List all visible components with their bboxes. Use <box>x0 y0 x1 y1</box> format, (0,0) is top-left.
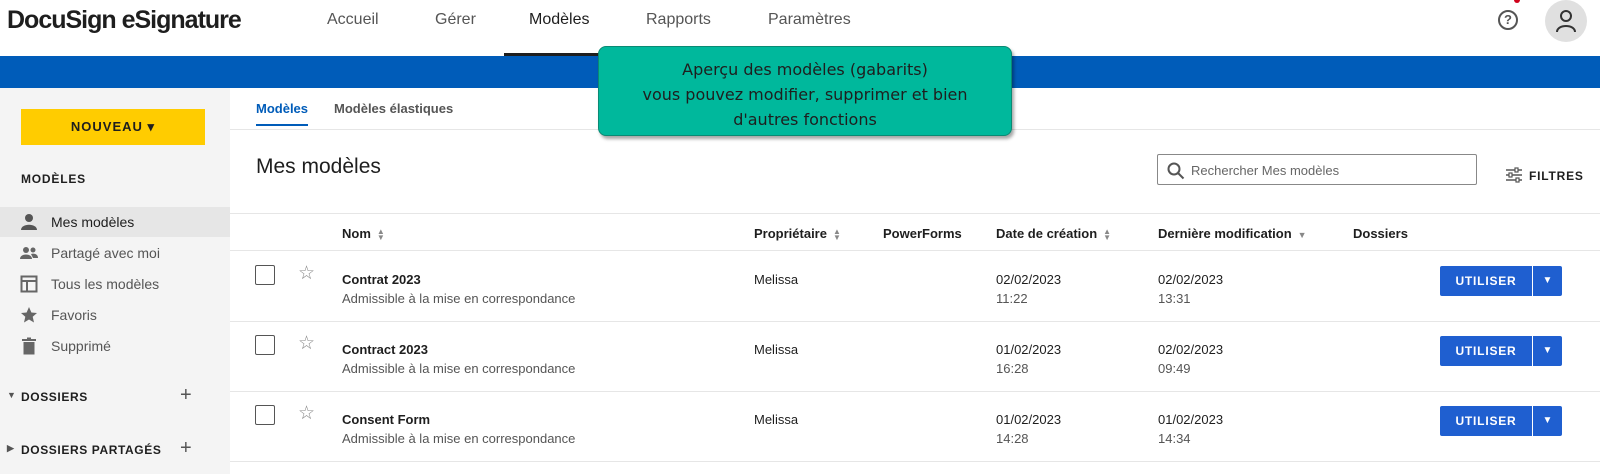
owner: Melissa <box>754 272 799 287</box>
sort-icon: ▲ ▼ <box>376 226 385 242</box>
page-title: Mes modèles <box>256 155 381 178</box>
created-time: 11:22 <box>996 291 1028 306</box>
notification-dot <box>1514 0 1520 3</box>
use-dropdown-chevron-icon[interactable]: ▼ <box>1533 266 1562 296</box>
created-time: 14:28 <box>996 431 1029 446</box>
sidebar-section-dossiers-partages[interactable]: ▶ DOSSIERS PARTAGÉS + <box>0 437 230 463</box>
col-proprietaire[interactable]: Propriétaire ▲ ▼ <box>754 226 841 241</box>
user-icon <box>1556 10 1576 33</box>
modified-date: 02/02/2023 <box>1158 272 1224 287</box>
nav-gerer[interactable]: Gérer <box>435 0 476 56</box>
sidebar: NOUVEAU ▾ MODÈLES Mes modèles Partagé av… <box>0 88 230 474</box>
row-checkbox[interactable] <box>255 265 275 285</box>
favorite-star-icon[interactable]: ☆ <box>298 262 315 285</box>
modified-date: 01/02/2023 <box>1158 412 1224 427</box>
template-status: Admissible à la mise en correspondance <box>342 291 576 306</box>
modified-time: 13:31 <box>1158 291 1191 306</box>
tab-modeles-elastiques[interactable]: Modèles élastiques <box>334 101 453 124</box>
col-dossiers: Dossiers <box>1353 226 1408 241</box>
sidebar-item-partage[interactable]: Partagé avec moi <box>0 238 230 268</box>
callout-line: Aperçu des modèles (gabarits) <box>682 60 928 79</box>
sidebar-heading: MODÈLES <box>21 172 86 186</box>
add-folder-icon[interactable]: + <box>180 384 192 407</box>
sidebar-item-favoris[interactable]: Favoris <box>0 300 230 330</box>
table-row: ☆ Consent Form Admissible à la mise en c… <box>230 392 1600 462</box>
modified-time: 14:34 <box>1158 431 1191 446</box>
col-date-creation[interactable]: Date de création ▲ ▼ <box>996 226 1111 241</box>
caret-right-icon: ▶ <box>7 443 15 453</box>
sidebar-section-dossiers[interactable]: ▼ DOSSIERS + <box>0 384 230 410</box>
table-header: Nom ▲ ▼ Propriétaire ▲ ▼ PowerForms Date de … <box>230 213 1600 251</box>
sidebar-item-tous[interactable]: Tous les modèles <box>0 269 230 299</box>
template-name[interactable]: Contract 2023 <box>342 342 428 357</box>
docusign-logo[interactable]: DocuSign eSignature <box>7 6 242 35</box>
created-time: 16:28 <box>996 361 1029 376</box>
person-icon <box>21 214 37 230</box>
sort-icon: ▲ ▼ <box>1103 226 1112 242</box>
table-row: ☆ Contrat 2023 Admissible à la mise en c… <box>230 252 1600 322</box>
table-row: ☆ Contract 2023 Admissible à la mise en … <box>230 322 1600 392</box>
row-checkbox[interactable] <box>255 335 275 355</box>
people-icon <box>20 247 38 259</box>
sidebar-item-supprime[interactable]: Supprimé <box>0 331 230 361</box>
star-icon <box>21 307 37 323</box>
sort-icon: ▲ ▼ <box>832 226 841 242</box>
annotation-callout: Aperçu des modèles (gabarits) vous pouve… <box>598 46 1012 136</box>
trash-icon <box>22 337 36 355</box>
template-name[interactable]: Consent Form <box>342 412 430 427</box>
created-date: 02/02/2023 <box>996 272 1062 287</box>
search-box[interactable] <box>1157 154 1477 185</box>
callout-line: d'autres fonctions <box>733 110 877 129</box>
use-button[interactable]: UTILISER <box>1440 406 1532 436</box>
modified-time: 09:49 <box>1158 361 1191 376</box>
modified-date: 02/02/2023 <box>1158 342 1224 357</box>
search-icon <box>1167 162 1185 180</box>
nav-modeles[interactable]: Modèles <box>504 0 615 56</box>
owner: Melissa <box>754 342 799 357</box>
help-circle-icon[interactable]: ? <box>1498 10 1518 30</box>
sidebar-item-mes-modeles[interactable]: Mes modèles <box>0 207 230 237</box>
search-input[interactable] <box>1191 160 1471 180</box>
created-date: 01/02/2023 <box>996 412 1062 427</box>
add-shared-folder-icon[interactable]: + <box>180 437 192 460</box>
col-nom[interactable]: Nom ▲ ▼ <box>342 226 385 241</box>
template-icon <box>20 275 38 293</box>
sort-desc-icon: ▼ <box>1297 230 1307 240</box>
favorite-star-icon[interactable]: ☆ <box>298 402 315 425</box>
caret-down-icon: ▼ <box>7 390 17 400</box>
use-dropdown-chevron-icon[interactable]: ▼ <box>1533 406 1562 436</box>
template-status: Admissible à la mise en correspondance <box>342 361 576 376</box>
owner: Melissa <box>754 412 799 427</box>
filters-icon <box>1506 167 1522 183</box>
col-derniere-modification[interactable]: Dernière modification ▼ <box>1158 226 1307 241</box>
template-status: Admissible à la mise en correspondance <box>342 431 576 446</box>
use-button[interactable]: UTILISER <box>1440 266 1532 296</box>
profile-avatar[interactable] <box>1545 0 1587 42</box>
use-button[interactable]: UTILISER <box>1440 336 1532 366</box>
nav-accueil[interactable]: Accueil <box>327 0 379 56</box>
callout-line: vous pouvez modifier, supprimer et bien <box>642 85 968 104</box>
col-powerforms: PowerForms <box>883 226 962 241</box>
new-button[interactable]: NOUVEAU ▾ <box>21 109 205 145</box>
favorite-star-icon[interactable]: ☆ <box>298 332 315 355</box>
template-name[interactable]: Contrat 2023 <box>342 272 421 287</box>
created-date: 01/02/2023 <box>996 342 1062 357</box>
tab-modeles[interactable]: Modèles <box>256 101 309 126</box>
use-dropdown-chevron-icon[interactable]: ▼ <box>1533 336 1562 366</box>
row-checkbox[interactable] <box>255 405 275 425</box>
